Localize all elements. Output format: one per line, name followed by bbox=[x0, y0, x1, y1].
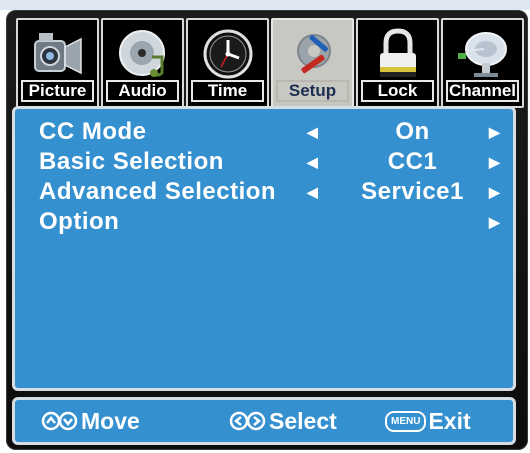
tab-setup[interactable]: Setup bbox=[271, 18, 354, 108]
menu-row-cc-mode[interactable]: CC Mode ◀ On ▶ bbox=[15, 117, 513, 147]
menu-tab-bar: Picture Audio Time Setup Lock Channel bbox=[16, 18, 524, 110]
tab-channel[interactable]: Channel bbox=[441, 18, 524, 108]
menu-item-label: Basic Selection bbox=[39, 148, 224, 175]
tab-label: Channel bbox=[446, 80, 519, 102]
tab-picture[interactable]: Picture bbox=[16, 18, 99, 108]
exit-hint: MENU Exit bbox=[385, 400, 471, 442]
tab-lock[interactable]: Lock bbox=[356, 18, 439, 108]
menu-key-label: MENU bbox=[391, 415, 421, 427]
tab-time[interactable]: Time bbox=[186, 18, 269, 108]
right-arrow-icon[interactable]: ▶ bbox=[489, 207, 500, 237]
top-strip bbox=[0, 0, 530, 10]
right-arrow-icon[interactable]: ▶ bbox=[489, 117, 500, 147]
tab-label: Picture bbox=[21, 80, 94, 102]
speaker-cd-icon bbox=[112, 26, 174, 82]
tab-audio[interactable]: Audio bbox=[101, 18, 184, 108]
right-arrow-icon[interactable]: ▶ bbox=[489, 147, 500, 177]
up-down-buttons-icon bbox=[41, 411, 78, 431]
select-label: Select bbox=[269, 408, 337, 434]
tab-label: Time bbox=[191, 80, 264, 102]
menu-item-label: Option bbox=[39, 208, 120, 235]
left-arrow-icon[interactable]: ◀ bbox=[307, 117, 318, 147]
tab-label: Setup bbox=[276, 80, 349, 102]
menu-row-basic-selection[interactable]: Basic Selection ◀ CC1 ▶ bbox=[15, 147, 513, 177]
help-bar: Move Select MENU Exit bbox=[12, 397, 516, 445]
menu-key-icon: MENU bbox=[385, 410, 427, 432]
move-label: Move bbox=[81, 408, 140, 434]
menu-item-value: On bbox=[395, 118, 430, 145]
tools-gear-icon bbox=[282, 26, 344, 82]
setup-settings-panel: CC Mode ◀ On ▶ Basic Selection ◀ CC1 ▶ A… bbox=[12, 106, 516, 391]
clock-icon bbox=[197, 26, 259, 82]
menu-item-value: Service1 bbox=[361, 178, 464, 205]
menu-item-label: Advanced Selection bbox=[39, 178, 277, 205]
left-arrow-icon[interactable]: ◀ bbox=[307, 177, 318, 207]
right-arrow-icon[interactable]: ▶ bbox=[489, 177, 500, 207]
menu-row-advanced-selection[interactable]: Advanced Selection ◀ Service1 ▶ bbox=[15, 177, 513, 207]
left-right-buttons-icon bbox=[229, 411, 266, 431]
left-arrow-icon[interactable]: ◀ bbox=[307, 147, 318, 177]
move-hint: Move bbox=[41, 400, 140, 442]
tab-label: Audio bbox=[106, 80, 179, 102]
menu-row-option[interactable]: Option ▶ bbox=[15, 207, 513, 237]
exit-label: Exit bbox=[428, 408, 471, 434]
padlock-icon bbox=[367, 26, 429, 82]
menu-item-label: CC Mode bbox=[39, 118, 147, 145]
select-hint: Select bbox=[229, 400, 337, 442]
camcorder-icon bbox=[27, 26, 89, 82]
menu-item-value: CC1 bbox=[387, 148, 438, 175]
satellite-dish-icon bbox=[452, 26, 514, 82]
tab-label: Lock bbox=[361, 80, 434, 102]
